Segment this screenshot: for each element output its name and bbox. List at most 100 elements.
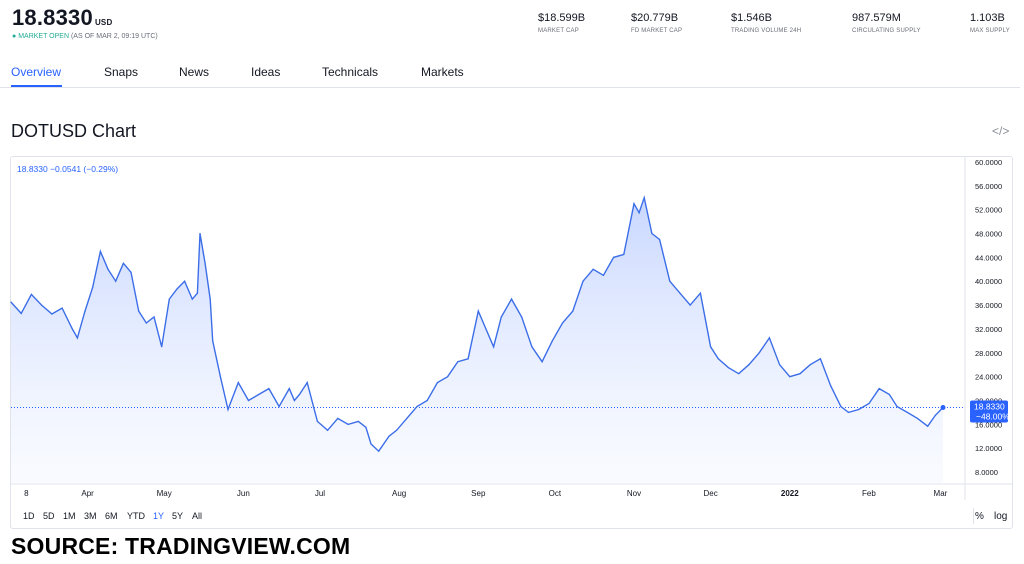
price-point (699, 292, 702, 294)
price-point (76, 337, 78, 339)
price-point (582, 280, 584, 282)
price-point (633, 203, 635, 205)
chart-legend-value: 18.8330 −0.0541 (−0.29%) (17, 164, 118, 174)
range-5d[interactable]: 5D (43, 511, 55, 521)
price-point (727, 367, 730, 369)
price-point (268, 388, 270, 390)
price-point (247, 399, 250, 402)
price-area-fill (11, 197, 943, 484)
price-point (396, 429, 398, 431)
percent-scale-button[interactable]: % (975, 511, 984, 522)
price-point (122, 262, 124, 264)
y-tick-label: 60.0000 (975, 158, 1002, 167)
log-scale-button[interactable]: log (994, 511, 1007, 522)
price-point (561, 322, 564, 324)
price-point (689, 304, 691, 306)
price-point (878, 388, 880, 390)
price-point (199, 232, 201, 235)
price-point (768, 337, 771, 339)
range-6m[interactable]: 6M (105, 511, 118, 521)
x-axis-ticks: 8 Apr May Jun Jul Aug Sep Oct Nov Dec 2022 Feb Mar (24, 489, 948, 498)
price-point (799, 373, 801, 375)
range-3m[interactable]: 3M (84, 511, 97, 521)
x-tick-label: Oct (549, 489, 562, 498)
price-point (659, 238, 661, 241)
range-ytd[interactable]: YTD (127, 511, 145, 521)
price-point (669, 280, 671, 282)
price-point (30, 293, 32, 295)
y-tick-label: 40.0000 (975, 277, 1002, 286)
range-1m[interactable]: 1M (63, 511, 76, 521)
price-point (896, 405, 898, 408)
price-point (99, 250, 101, 252)
x-tick-label: 2022 (781, 489, 799, 498)
price-point (107, 268, 109, 270)
y-tick-label: 28.0000 (975, 349, 1002, 358)
price-point (357, 420, 359, 422)
price-point (858, 408, 860, 411)
y-tick-label: 52.0000 (975, 206, 1002, 215)
price-point (41, 304, 43, 306)
price-point (204, 262, 206, 264)
price-point (212, 340, 214, 342)
price-point (847, 411, 850, 413)
x-tick-label: Jun (237, 489, 250, 498)
x-tick-label: Nov (627, 489, 641, 498)
y-tick-label: 32.0000 (975, 325, 1002, 334)
price-point (130, 271, 132, 273)
price-point (161, 346, 163, 348)
range-5y[interactable]: 5Y (172, 511, 183, 521)
x-tick-label: Feb (862, 489, 876, 498)
range-all[interactable]: All (192, 511, 202, 521)
price-point (623, 253, 625, 255)
scale-separator (973, 508, 974, 524)
price-point (613, 256, 615, 258)
price-point (306, 382, 308, 384)
y-tick-label: 36.0000 (975, 301, 1002, 310)
price-point (651, 232, 653, 235)
price-point (71, 328, 73, 330)
price-point (916, 417, 919, 419)
price-point (258, 393, 260, 396)
price-point (293, 399, 295, 402)
price-point (365, 426, 367, 428)
x-tick-label: 8 (24, 489, 29, 498)
price-point (934, 414, 936, 416)
price-point (809, 364, 811, 366)
range-selector: 1D 5D 1M 3M 6M YTD 1Y 5Y All % log (11, 504, 1012, 528)
price-point (927, 425, 929, 427)
price-point (84, 310, 86, 312)
y-tick-label: 44.0000 (975, 253, 1002, 262)
y-tick-label: 24.0000 (975, 373, 1002, 382)
price-point (493, 346, 495, 348)
range-1y[interactable]: 1Y (153, 511, 164, 521)
source-caption: SOURCE: TRADINGVIEW.COM (11, 533, 351, 559)
price-point (138, 310, 140, 312)
price-point (738, 373, 740, 375)
x-tick-label: May (157, 489, 172, 498)
y-tick-label: 48.0000 (975, 230, 1002, 239)
price-point (115, 280, 117, 282)
range-1d[interactable]: 1D (23, 511, 35, 521)
price-point (572, 310, 574, 312)
price-point (748, 364, 750, 366)
price-point (278, 405, 280, 408)
price-point (521, 316, 523, 318)
price-chart[interactable]: 60.0000 56.0000 52.0000 48.0000 44.0000 40.00… (0, 0, 1024, 500)
price-point (467, 358, 469, 360)
price-point (209, 298, 211, 300)
price-point (457, 361, 459, 363)
last-change-label: −48.00% (976, 411, 1010, 421)
price-point (710, 346, 712, 348)
price-point (168, 298, 170, 300)
price-point (406, 417, 408, 419)
price-point (436, 382, 438, 384)
x-tick-label: Mar (934, 489, 948, 498)
price-point (227, 408, 229, 411)
x-tick-label: Jul (315, 489, 325, 498)
price-point (447, 376, 449, 378)
price-point (176, 288, 178, 290)
price-point (288, 388, 290, 390)
price-point (717, 358, 719, 360)
price-point (327, 429, 329, 431)
